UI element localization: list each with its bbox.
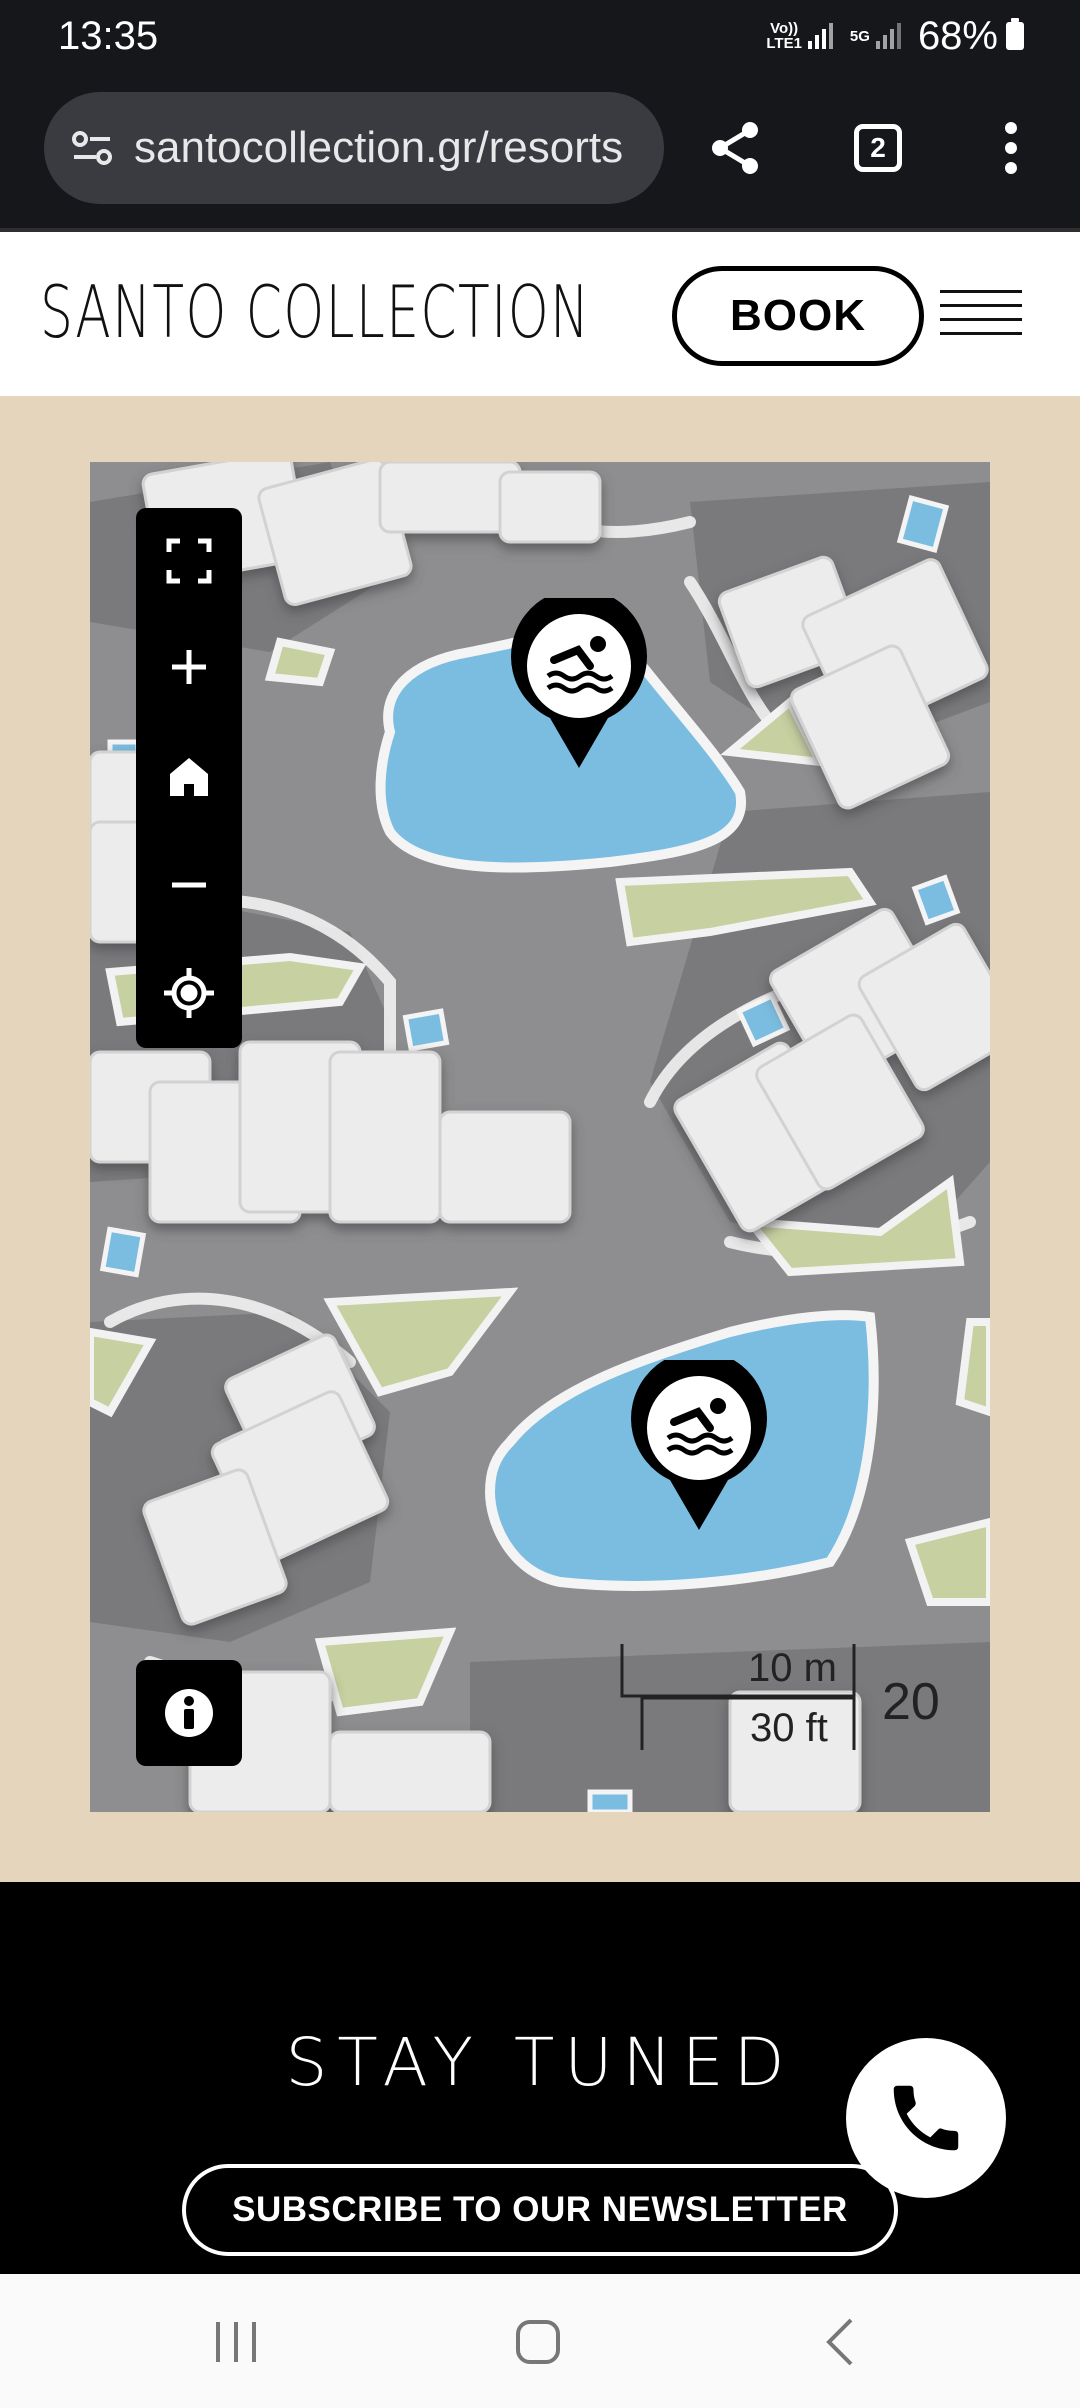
home-icon (170, 758, 208, 796)
status-icons: Vo)) LTE1 5G 68% (766, 12, 1024, 60)
map-scale: 10 m 30 ft 20 (620, 1640, 960, 1760)
system-navigation-bar (0, 2274, 1080, 2408)
battery-icon (1006, 18, 1024, 50)
fullscreen-icon (166, 538, 212, 584)
more-vert-icon (1005, 122, 1017, 174)
tab-count: 2 (854, 124, 902, 172)
map-controls (136, 508, 242, 1048)
share-button[interactable] (700, 112, 772, 184)
map-info-button[interactable] (136, 1660, 242, 1766)
zoom-in-button[interactable] (136, 614, 242, 720)
url-bar[interactable]: santocollection.gr/resorts (44, 92, 664, 204)
volte-indicator: Vo)) LTE1 (766, 20, 802, 52)
tabs-button[interactable]: 2 (842, 112, 914, 184)
signal-bars-1-icon (807, 23, 836, 49)
back-chevron-icon (826, 2318, 853, 2366)
home-nav-button[interactable] (478, 2302, 598, 2382)
hamburger-menu-icon[interactable] (940, 288, 1024, 344)
browser-chrome: 13:35 Vo)) LTE1 5G 68% santocollection.gr… (0, 0, 1080, 228)
pool-pin-2[interactable] (630, 1350, 768, 1530)
locate-icon (164, 968, 214, 1018)
swimming-pool-icon (511, 588, 647, 768)
locate-button[interactable] (136, 940, 242, 1046)
signal-bars-2-icon (875, 23, 904, 49)
zoom-out-icon (172, 882, 206, 888)
site-logo[interactable]: SANTO COLLECTION (40, 270, 590, 354)
site-header: SANTO COLLECTION BOOK (0, 228, 1080, 396)
status-time: 13:35 (58, 14, 159, 58)
scale-metric-label: 10 m (748, 1646, 837, 1690)
swimming-pool-icon (631, 1350, 767, 1530)
scale-imperial-label: 30 ft (750, 1706, 828, 1750)
book-button[interactable]: BOOK (672, 266, 924, 366)
call-button[interactable] (846, 2038, 1006, 2198)
info-person-icon (165, 1689, 213, 1737)
back-button[interactable] (780, 2302, 900, 2382)
home-button[interactable] (136, 724, 242, 830)
subscribe-newsletter-button[interactable]: SUBSCRIBE TO OUR NEWSLETTER (182, 2164, 898, 2256)
phone-icon (893, 2085, 959, 2151)
recent-apps-icon (216, 2322, 256, 2362)
site-settings-icon[interactable] (70, 125, 116, 171)
fullscreen-button[interactable] (136, 508, 242, 614)
home-circle-icon (516, 2320, 560, 2364)
zoom-out-button[interactable] (136, 832, 242, 938)
share-icon (712, 122, 758, 174)
pool-pin-1[interactable] (510, 588, 648, 768)
battery-percent: 68% (917, 14, 998, 58)
zoom-level: 20 (882, 1673, 940, 1731)
more-options-button[interactable] (975, 112, 1047, 184)
recent-apps-button[interactable] (176, 2302, 296, 2382)
url-text[interactable]: santocollection.gr/resorts (134, 123, 623, 173)
zoom-in-icon (172, 650, 206, 684)
5g-indicator: 5G (849, 27, 870, 45)
